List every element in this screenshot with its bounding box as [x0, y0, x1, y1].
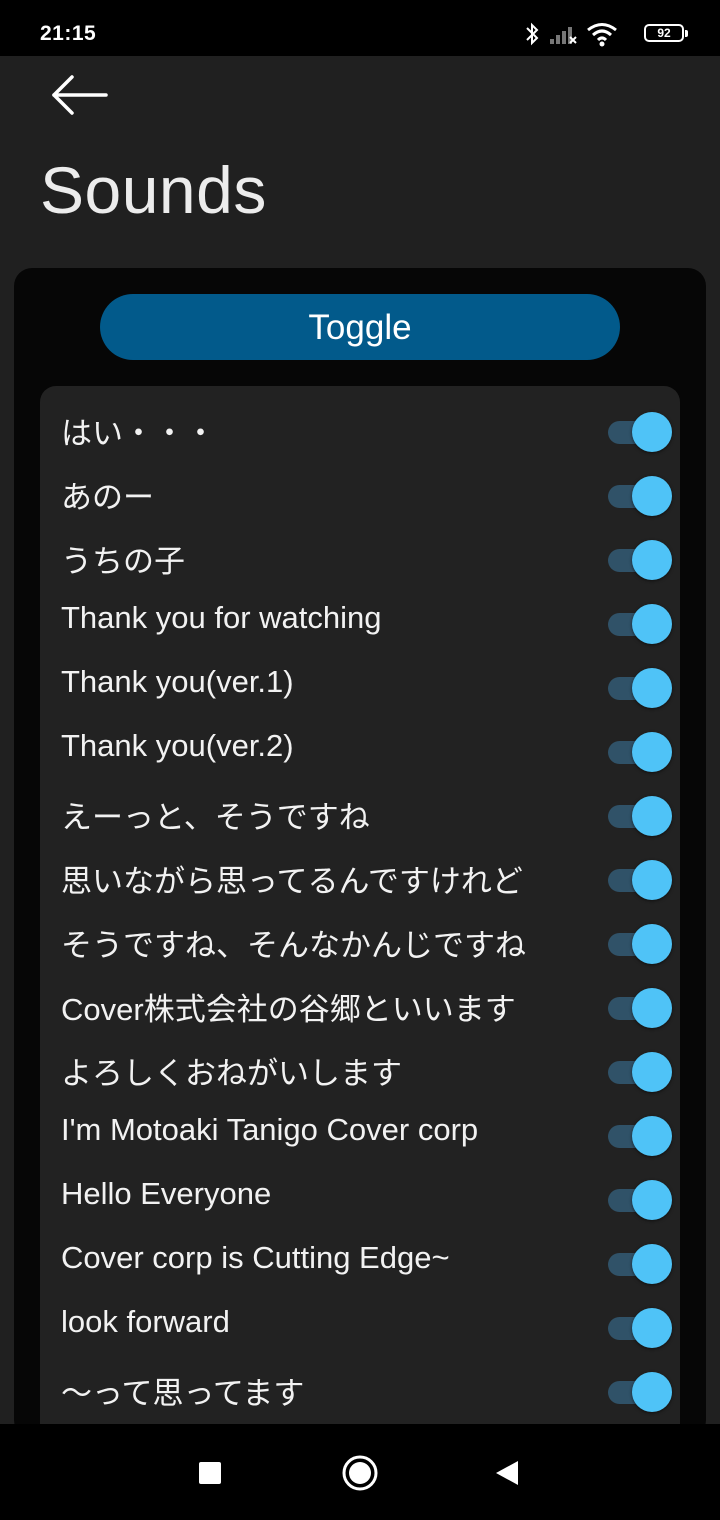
sounds-panel: Toggle はい・・・あのーうちの子 Thank you for watchin…	[14, 268, 706, 1446]
sound-toggle-switch[interactable]	[606, 1242, 674, 1286]
sound-label: Cover corp is Cutting Edge~	[61, 1240, 450, 1275]
sound-list: はい・・・あのーうちの子 Thank you for watching Thank …	[40, 386, 680, 1446]
sound-label: Hello Everyone	[61, 1176, 272, 1211]
recents-square-icon[interactable]	[198, 1461, 222, 1485]
battery-level: 92	[657, 26, 671, 40]
switch-thumb	[632, 1244, 672, 1284]
switch-thumb	[632, 924, 672, 964]
switch-thumb	[632, 1052, 672, 1092]
sound-label: 思いながら思ってるんですけれど	[61, 864, 523, 899]
sound-label: えーっと、そうですね	[61, 800, 370, 835]
switch-thumb	[632, 860, 672, 900]
sound-label: Thank you(ver.2)	[61, 728, 294, 763]
wifi-icon	[587, 23, 617, 47]
sound-row: そうですね、そんなかんじですね	[40, 908, 680, 972]
sound-toggle-switch[interactable]	[606, 794, 674, 838]
sound-row: Thank you for watching	[40, 588, 680, 652]
sound-toggle-switch[interactable]	[606, 1370, 674, 1414]
sound-row: ～って思ってます	[40, 1356, 680, 1420]
switch-thumb	[632, 988, 672, 1028]
sound-label: あのー	[61, 480, 154, 515]
sound-row: よろしくおねがいします	[40, 1036, 680, 1100]
sound-row: 思いながら思ってるんですけれど	[40, 844, 680, 908]
navigation-bar	[0, 1424, 720, 1520]
switch-thumb	[632, 796, 672, 836]
switch-thumb	[632, 604, 672, 644]
sound-label: Thank you(ver.1)	[61, 664, 294, 699]
switch-thumb	[632, 1116, 672, 1156]
sound-toggle-switch[interactable]	[606, 730, 674, 774]
sound-toggle-switch[interactable]	[606, 922, 674, 966]
sound-toggle-switch[interactable]	[606, 858, 674, 902]
sound-label: I'm Motoaki Tanigo Cover corp	[61, 1112, 479, 1147]
toggle-all-button[interactable]: Toggle	[100, 294, 620, 360]
sound-label: ～って思ってます	[61, 1376, 305, 1411]
sound-row: Cover corp is Cutting Edge~	[40, 1228, 680, 1292]
sound-toggle-switch[interactable]	[606, 666, 674, 710]
sound-row: あのー	[40, 460, 680, 524]
status-bar: 21:15 92	[0, 0, 720, 56]
sound-label: Cover株式会社の谷郷といいます	[61, 992, 516, 1027]
sound-row: はい・・・	[40, 396, 680, 460]
bluetooth-icon	[526, 22, 539, 46]
switch-thumb	[632, 1372, 672, 1412]
sound-toggle-switch[interactable]	[606, 986, 674, 1030]
sound-label: look forward	[61, 1304, 230, 1339]
back-triangle-icon[interactable]	[494, 1459, 520, 1487]
sound-row: Hello Everyone	[40, 1164, 680, 1228]
switch-thumb	[632, 1180, 672, 1220]
page-title: Sounds	[40, 153, 267, 227]
status-time: 21:15	[40, 22, 97, 45]
sound-toggle-switch[interactable]	[606, 410, 674, 454]
sound-row: look forward	[40, 1292, 680, 1356]
switch-thumb	[632, 668, 672, 708]
switch-thumb	[632, 540, 672, 580]
sound-row: えーっと、そうですね	[40, 780, 680, 844]
home-circle-icon[interactable]	[341, 1454, 379, 1492]
switch-thumb	[632, 732, 672, 772]
sound-toggle-switch[interactable]	[606, 1050, 674, 1094]
sound-label: うちの子	[61, 544, 185, 579]
sound-toggle-switch[interactable]	[606, 538, 674, 582]
sound-toggle-switch[interactable]	[606, 1178, 674, 1222]
sound-toggle-switch[interactable]	[606, 1114, 674, 1158]
sound-row: うちの子	[40, 524, 680, 588]
sound-label: よろしくおねがいします	[61, 1056, 402, 1091]
sound-toggle-switch[interactable]	[606, 474, 674, 518]
sound-label: Thank you for watching	[61, 600, 382, 635]
sound-row: Thank you(ver.2)	[40, 716, 680, 780]
sound-toggle-switch[interactable]	[606, 1306, 674, 1350]
sound-row: I'm Motoaki Tanigo Cover corp	[40, 1100, 680, 1164]
signal-icon	[550, 27, 577, 44]
sound-row: Cover株式会社の谷郷といいます	[40, 972, 680, 1036]
sound-label: そうですね、そんなかんじですね	[61, 928, 526, 963]
sound-label: はい・・・	[61, 416, 216, 451]
switch-thumb	[632, 476, 672, 516]
switch-thumb	[632, 412, 672, 452]
back-button[interactable]	[48, 72, 112, 120]
status-icons: 92	[524, 21, 688, 49]
battery-icon: 92	[644, 24, 688, 42]
sound-toggle-switch[interactable]	[606, 602, 674, 646]
arrow-left-icon	[52, 75, 108, 115]
sound-row: Thank you(ver.1)	[40, 652, 680, 716]
switch-thumb	[632, 1308, 672, 1348]
